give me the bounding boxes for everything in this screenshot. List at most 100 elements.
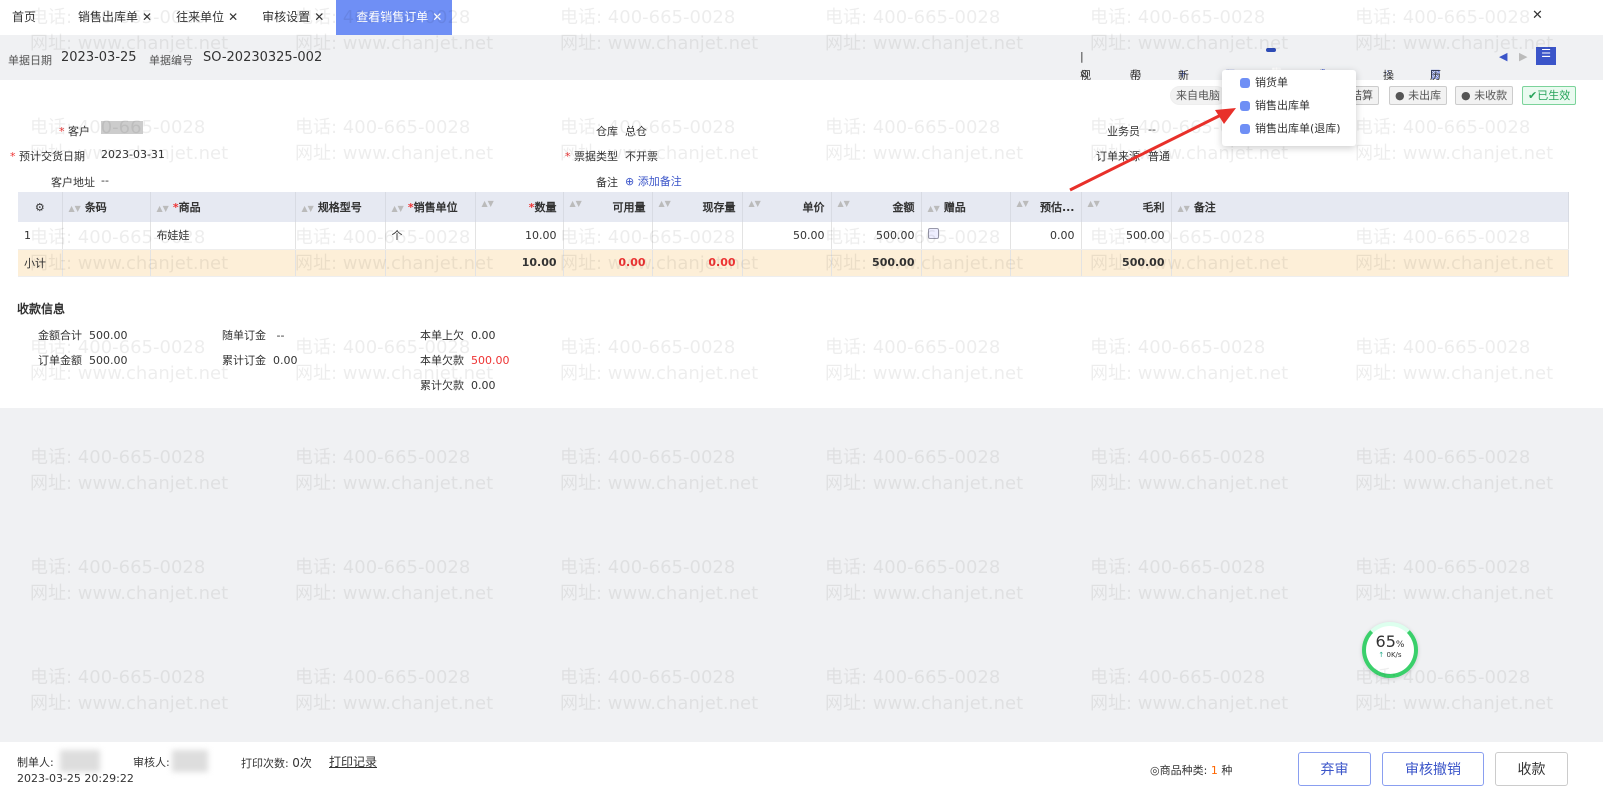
- watermark-text: 电话: 400-665-0028网址: www.chanjet.net: [295, 557, 494, 604]
- tab-home[interactable]: 首页: [0, 0, 48, 35]
- tab-partners[interactable]: 往来单位 ✕: [164, 0, 250, 35]
- timestamp: 2023-03-25 20:29:22: [17, 772, 134, 785]
- payment-prev-owe: 本单上欠 0.00: [420, 329, 496, 342]
- watermark-text: 电话: 400-665-0028网址: www.chanjet.net: [1090, 447, 1289, 494]
- undo-audit-button[interactable]: 审核撤销: [1382, 752, 1484, 786]
- invoice-label: * 票据类型: [565, 150, 618, 163]
- watermark-text: 电话: 400-665-0028网址: www.chanjet.net: [1090, 557, 1289, 604]
- subtotal-available: 0.00: [563, 249, 653, 277]
- customer-label: * 客户: [59, 125, 90, 138]
- red-arrow-annotation: [1069, 108, 1236, 192]
- invoice-value: 不开票: [625, 150, 658, 163]
- tab-view-sales-order[interactable]: 查看销售订单 ✕: [336, 0, 453, 35]
- payment-deposit: 随单订金 --: [222, 329, 285, 342]
- cell-qty[interactable]: 10.00: [475, 222, 564, 250]
- generated-badge: ✔已生效: [1522, 86, 1577, 105]
- no-label: 单据编号: [149, 54, 193, 67]
- watermark-text: 电话: 400-665-0028网址: www.chanjet.net: [560, 557, 759, 604]
- watermark-text: 电话: 400-665-0028网址: www.chanjet.net: [30, 667, 229, 714]
- close-icon[interactable]: ✕: [142, 0, 152, 35]
- add-remark-link[interactable]: ⊕ 添加备注: [625, 173, 682, 189]
- col-barcode[interactable]: ▲▼ 条码: [62, 192, 151, 222]
- payment-cum-owe: 累计欠款 0.00: [420, 379, 496, 392]
- col-stock[interactable]: ▲▼ 现存量: [652, 192, 743, 222]
- maker-redacted: [60, 750, 100, 772]
- document-icon: [1240, 77, 1250, 88]
- delivery-date: 2023-03-31: [101, 148, 165, 161]
- cell-unit[interactable]: 个: [385, 222, 476, 250]
- close-icon[interactable]: ✕: [314, 0, 324, 35]
- cell-barcode[interactable]: [62, 222, 151, 250]
- menu-item-sales-delivery[interactable]: 销货单: [1222, 72, 1356, 93]
- subtotal-stock: 0.00: [652, 249, 743, 277]
- collect-payment-button[interactable]: 收款: [1495, 752, 1568, 786]
- watermark-text: 电话: 400-665-0028网址: www.chanjet.net: [295, 667, 494, 714]
- col-available[interactable]: ▲▼ 可用量: [563, 192, 653, 222]
- arrow-up-icon: ↑: [1378, 651, 1385, 659]
- doc-date: 2023-03-25: [61, 50, 137, 65]
- col-price[interactable]: ▲▼ 单价: [742, 192, 832, 222]
- col-unit[interactable]: ▲▼ *销售单位: [385, 192, 476, 222]
- print-log-link[interactable]: 打印记录: [329, 753, 377, 770]
- gift-checkbox[interactable]: [927, 228, 939, 240]
- product-kinds: ◎商品种类: 1 种: [1150, 764, 1233, 777]
- menu-item-sales-outbound[interactable]: 销售出库单: [1222, 95, 1356, 116]
- document-icon: [1240, 100, 1250, 111]
- payment-title: 收款信息: [17, 302, 66, 316]
- doc-no: SO-20230325-002: [203, 50, 323, 65]
- col-qty[interactable]: ▲▼ *数量: [475, 192, 564, 222]
- watermark-text: 电话: 400-665-0028网址: www.chanjet.net: [1355, 557, 1554, 604]
- tab-sales-outbound[interactable]: 销售出库单 ✕: [48, 0, 164, 35]
- generate-dropdown-menu: 销货单 销售出库单 销售出库单(退库): [1222, 70, 1356, 146]
- watermark-text: 电话: 400-665-0028网址: www.chanjet.net: [825, 557, 1024, 604]
- abandon-audit-button[interactable]: 弃审: [1298, 752, 1371, 786]
- tab-bar: 首页 销售出库单 ✕ 往来单位 ✕ 审核设置 ✕ 查看销售订单 ✕ ✕: [0, 0, 1603, 35]
- tab-label: 审核设置: [262, 10, 311, 24]
- watermark-text: 电话: 400-665-0028网址: www.chanjet.net: [825, 447, 1024, 494]
- next-icon[interactable]: ▶: [1519, 50, 1527, 63]
- tab-label: 查看销售订单: [356, 10, 429, 24]
- not-paid-badge: ● 未收款: [1455, 86, 1514, 105]
- video-button[interactable]: ⊙视频 |: [1080, 50, 1091, 98]
- prev-icon[interactable]: ◀: [1499, 50, 1507, 63]
- maker-label: 制单人:: [17, 756, 54, 769]
- subtotal-label: 小计: [18, 249, 63, 277]
- cell-stock: [652, 222, 743, 250]
- date-label: 单据日期: [8, 54, 52, 67]
- col-amount[interactable]: ▲▼ 金额: [831, 192, 922, 222]
- subtotal-amount: 500.00: [831, 249, 922, 277]
- tab-audit-settings[interactable]: 审核设置 ✕: [250, 0, 336, 35]
- close-icon[interactable]: ✕: [1532, 8, 1543, 23]
- cell-spec[interactable]: [295, 222, 386, 250]
- menu-item-sales-outbound-return[interactable]: 销售出库单(退库): [1222, 118, 1356, 139]
- delivery-label: * 预计交货日期: [10, 150, 85, 163]
- cell-gift[interactable]: [921, 222, 1011, 250]
- not-out-badge: ● 未出库: [1389, 86, 1448, 105]
- watermark-text: 电话: 400-665-0028网址: www.chanjet.net: [30, 447, 229, 494]
- generate-button[interactable]: ▤生成: [1266, 48, 1282, 96]
- cell-profit: 500.00: [1081, 222, 1172, 250]
- watermark-text: 电话: 400-665-0028网址: www.chanjet.net: [295, 447, 494, 494]
- cell-remark[interactable]: [1171, 222, 1569, 250]
- print-count: 打印次数: 0次: [241, 756, 312, 770]
- remark-label: 备注: [596, 176, 618, 189]
- table-row[interactable]: 1 布娃娃 个 10.00 50.00 500.00 0.00 500.00: [18, 222, 1569, 250]
- col-spec[interactable]: ▲▼ 规格型号: [295, 192, 386, 222]
- address-value: --: [101, 174, 109, 187]
- document-icon: [1240, 123, 1250, 134]
- col-product[interactable]: ▲▼ *商品: [150, 192, 296, 222]
- close-icon[interactable]: ✕: [228, 0, 238, 35]
- cell-price[interactable]: 50.00: [742, 222, 832, 250]
- settings-icon[interactable]: ⚙: [18, 192, 63, 222]
- subtotal-row: 小计 10.00 0.00 0.00 500.00 500.00: [18, 249, 1569, 277]
- cell-product[interactable]: 布娃娃: [150, 222, 296, 250]
- plus-circle-icon: ⊕: [625, 175, 635, 188]
- payment-order-amount: 订单金额 500.00: [38, 354, 128, 367]
- close-icon[interactable]: ✕: [432, 0, 442, 35]
- watermark-text: 电话: 400-665-0028网址: www.chanjet.net: [1090, 667, 1289, 714]
- warehouse-value: 总仓: [625, 125, 647, 138]
- list-view-icon[interactable]: ☰: [1536, 47, 1556, 65]
- col-gift[interactable]: ▲▼ 赠品: [921, 192, 1011, 222]
- network-speed-widget[interactable]: 65% ↑ 0K/s: [1362, 622, 1418, 678]
- cell-amount[interactable]: 500.00: [831, 222, 922, 250]
